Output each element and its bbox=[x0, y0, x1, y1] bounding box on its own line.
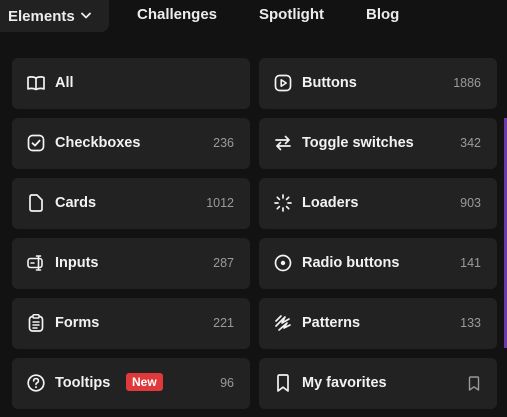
category-card-buttons[interactable]: Buttons 1886 bbox=[259, 58, 497, 109]
input-icon bbox=[26, 253, 46, 273]
loader-icon bbox=[273, 193, 293, 213]
category-count: 141 bbox=[460, 256, 481, 270]
category-label: Buttons bbox=[302, 75, 357, 91]
category-count: 133 bbox=[460, 316, 481, 330]
category-card-checkboxes[interactable]: Checkboxes 236 bbox=[12, 118, 250, 169]
category-card-patterns[interactable]: Patterns 133 bbox=[259, 298, 497, 349]
category-label: Inputs bbox=[55, 255, 99, 271]
category-count: 96 bbox=[220, 376, 234, 390]
bookmark-outline-icon bbox=[467, 376, 481, 391]
category-count: 903 bbox=[460, 196, 481, 210]
nav-spotlight-link[interactable]: Spotlight bbox=[259, 6, 324, 24]
arrows-swap-icon bbox=[273, 133, 293, 153]
nav-elements-label: Elements bbox=[8, 8, 75, 25]
category-label: Radio buttons bbox=[302, 255, 400, 271]
category-count: 221 bbox=[213, 316, 234, 330]
category-count: 287 bbox=[213, 256, 234, 270]
category-card-inputs[interactable]: Inputs 287 bbox=[12, 238, 250, 289]
category-card-cards[interactable]: Cards 1012 bbox=[12, 178, 250, 229]
category-card-my-favorites[interactable]: My favorites bbox=[259, 358, 497, 409]
category-label: My favorites bbox=[302, 375, 387, 391]
category-count: 1012 bbox=[206, 196, 234, 210]
checkbox-icon bbox=[26, 133, 46, 153]
card-file-icon bbox=[26, 193, 46, 213]
category-card-radio-buttons[interactable]: Radio buttons 141 bbox=[259, 238, 497, 289]
category-card-loaders[interactable]: Loaders 903 bbox=[259, 178, 497, 229]
category-card-all[interactable]: All bbox=[12, 58, 250, 109]
category-count: 236 bbox=[213, 136, 234, 150]
category-label: Tooltips bbox=[55, 375, 111, 391]
nav-elements-dropdown[interactable]: Elements bbox=[8, 6, 91, 26]
category-label: Cards bbox=[55, 195, 97, 211]
category-label: Loaders bbox=[302, 195, 359, 211]
category-count: 1886 bbox=[453, 76, 481, 90]
nav-challenges-link[interactable]: Challenges bbox=[137, 6, 217, 24]
category-count: 342 bbox=[460, 136, 481, 150]
top-navigation: Elements Challenges Spotlight Blog bbox=[0, 0, 507, 32]
clipboard-form-icon bbox=[26, 313, 46, 333]
bookmark-icon bbox=[273, 373, 293, 393]
category-label: All bbox=[55, 75, 74, 91]
category-label: Toggle switches bbox=[302, 135, 414, 151]
nav-blog-link[interactable]: Blog bbox=[366, 6, 399, 24]
pattern-icon bbox=[273, 313, 293, 333]
category-label: Patterns bbox=[302, 315, 361, 331]
category-label: Forms bbox=[55, 315, 100, 331]
play-button-icon bbox=[273, 73, 293, 93]
chevron-down-icon bbox=[80, 6, 91, 24]
new-badge: New bbox=[126, 373, 163, 391]
radio-icon bbox=[273, 253, 293, 273]
book-open-icon bbox=[26, 73, 46, 93]
category-card-forms[interactable]: Forms 221 bbox=[12, 298, 250, 349]
category-card-tooltips[interactable]: Tooltips New 96 bbox=[12, 358, 250, 409]
help-circle-icon bbox=[26, 373, 46, 393]
category-card-toggle-switches[interactable]: Toggle switches 342 bbox=[259, 118, 497, 169]
category-label: Checkboxes bbox=[55, 135, 141, 151]
